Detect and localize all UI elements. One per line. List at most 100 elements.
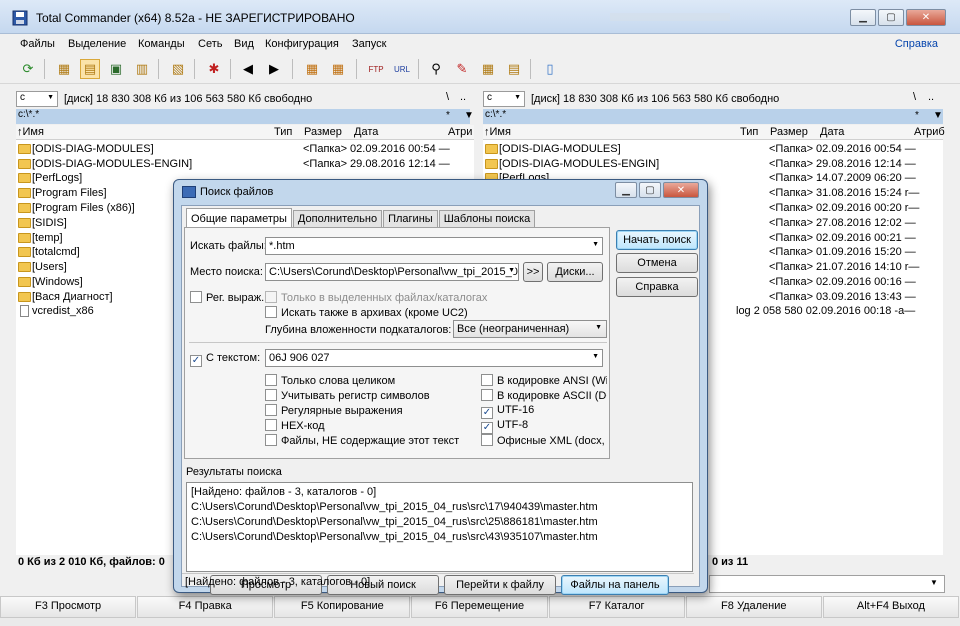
close-button[interactable]: ✕ (906, 9, 946, 26)
dialog-maximize-button[interactable]: ▢ (639, 182, 661, 198)
ansi-checkbox[interactable]: В кодировке ANSI (Wind (481, 374, 607, 388)
f7-mkdir-button[interactable]: F7 Каталог (548, 596, 685, 618)
list-item[interactable]: [ODIS-DIAG-MODULES] <Папка> 02.09.2016 00… (483, 142, 943, 157)
tree-icon[interactable]: ▥ (132, 59, 152, 79)
utf16-checkbox[interactable]: ✓ UTF-16 (481, 404, 534, 419)
menu-help[interactable]: Справка (895, 38, 938, 50)
start-search-button[interactable]: Начать поиск (616, 230, 698, 250)
url-icon[interactable]: URL (392, 59, 412, 79)
tab-advanced[interactable]: Дополнительно (292, 210, 383, 227)
copy-names-icon[interactable]: ▤ (504, 59, 524, 79)
with-text-input[interactable]: 06J 906 027 ▼ (265, 349, 603, 367)
list-item[interactable]: [ODIS-DIAG-MODULES] <Папка> 02.09.2016 00… (16, 142, 474, 157)
folder-icon (485, 144, 498, 154)
cancel-button[interactable]: Отмена (616, 253, 698, 273)
left-header-attr[interactable]: Атри (448, 126, 472, 138)
forward-icon[interactable]: ▶ (264, 59, 284, 79)
left-header-name[interactable]: ↑Имя (17, 126, 44, 138)
folder-icon (18, 159, 31, 169)
unpack-files-icon[interactable]: ▦ (328, 59, 348, 79)
refresh-icon[interactable]: ⟳ (18, 59, 38, 79)
utf8-checkbox[interactable]: ✓ UTF-8 (481, 419, 528, 434)
case-sensitive-checkbox[interactable]: Учитывать регистр символов (265, 389, 430, 403)
back-icon[interactable]: ◀ (238, 59, 258, 79)
menu-files[interactable]: Файлы (20, 38, 55, 50)
maximize-button[interactable]: ▢ (878, 9, 904, 26)
right-header-name[interactable]: ↑Имя (484, 126, 511, 138)
depth-select[interactable]: Все (неограниченная) ▼ (453, 320, 607, 338)
multi-rename-icon[interactable]: ✎ (452, 59, 472, 79)
invert-selection-icon[interactable]: ▧ (168, 59, 188, 79)
results-list[interactable]: [Найдено: файлов - 3, каталогов - 0] C:\… (186, 482, 693, 572)
right-header-type[interactable]: Тип (740, 126, 758, 138)
office-xml-checkbox[interactable]: Офисные XML (docx, xlsx (481, 434, 607, 448)
f5-copy-button[interactable]: F5 Копирование (274, 596, 411, 618)
menu-view[interactable]: Вид (234, 38, 254, 50)
right-up-button[interactable]: .. (928, 91, 934, 103)
right-header-size[interactable]: Размер (770, 126, 808, 138)
sync-dirs-icon[interactable]: ▦ (478, 59, 498, 79)
notepad-icon[interactable]: ▯ (540, 59, 560, 79)
right-header-attr[interactable]: Атриб (914, 126, 945, 138)
f3-view-button[interactable]: F3 Просмотр (0, 596, 137, 618)
left-path-bar[interactable]: c:\*.* * ▼ (16, 109, 474, 124)
right-path-bar[interactable]: c:\*.* * ▼ (483, 109, 943, 124)
help-button[interactable]: Справка (616, 277, 698, 297)
left-root-button[interactable]: \ (446, 91, 449, 103)
brief-view-icon[interactable]: ▦ (54, 59, 74, 79)
full-view-icon[interactable]: ▤ (80, 59, 100, 79)
search-binoculars-icon[interactable]: ⚲ (426, 59, 446, 79)
right-root-button[interactable]: \ (913, 91, 916, 103)
search-files-input[interactable]: *.htm ▼ (265, 237, 603, 255)
list-item[interactable]: [ODIS-DIAG-MODULES-ENGIN] <Папка> 29.08.2… (16, 157, 474, 172)
regex-checkbox[interactable]: Рег. выраж. (190, 291, 264, 305)
left-up-button[interactable]: .. (460, 91, 466, 103)
left-header-date[interactable]: Дата (354, 126, 378, 138)
left-header-size[interactable]: Размер (304, 126, 342, 138)
ascii-checkbox[interactable]: В кодировке ASCII (DOS (481, 389, 607, 403)
folder-icon (18, 262, 31, 272)
list-item[interactable]: C:\Users\Corund\Desktop\Personal\vw_tpi_… (191, 516, 598, 528)
regex-text-checkbox[interactable]: Регулярные выражения (265, 404, 403, 418)
folder-icon (485, 159, 498, 169)
tab-plugins[interactable]: Плагины (383, 210, 438, 227)
tab-templates[interactable]: Шаблоны поиска (438, 210, 536, 227)
only-selected-checkbox[interactable]: Только в выделенных файлах/каталогах (265, 291, 487, 305)
f6-move-button[interactable]: F6 Перемещение (411, 596, 548, 618)
left-drive-select[interactable]: c (16, 91, 58, 107)
pack-icon[interactable]: ✱ (204, 59, 224, 79)
list-item[interactable]: C:\Users\Corund\Desktop\Personal\vw_tpi_… (191, 501, 598, 513)
list-item[interactable]: [ODIS-DIAG-MODULES-ENGIN] <Папка> 29.08.2… (483, 157, 943, 172)
menu-commands[interactable]: Команды (138, 38, 185, 50)
function-key-bar: F3 Просмотр F4 Правка F5 Копирование F6 … (0, 596, 960, 618)
result-summary[interactable]: [Найдено: файлов - 3, каталогов - 0] (191, 486, 376, 498)
list-item[interactable]: C:\Users\Corund\Desktop\Personal\vw_tpi_… (191, 531, 598, 543)
tab-general[interactable]: Общие параметры (186, 208, 292, 227)
pack-files-icon[interactable]: ▦ (302, 59, 322, 79)
title-bar: Total Commander (x64) 8.52a - НЕ ЗАРЕГИС… (0, 0, 960, 34)
dialog-minimize-button[interactable]: ▁ (615, 182, 637, 198)
search-archives-checkbox[interactable]: Искать также в архивах (кроме UC2) (265, 306, 468, 320)
drives-button[interactable]: Диски... (547, 262, 603, 282)
right-header-date[interactable]: Дата (820, 126, 844, 138)
left-header-type[interactable]: Тип (274, 126, 292, 138)
minimize-button[interactable]: ▁ (850, 9, 876, 26)
f8-delete-button[interactable]: F8 Удаление (685, 596, 822, 618)
not-containing-checkbox[interactable]: Файлы, НЕ содержащие этот текст (265, 434, 459, 448)
menu-configuration[interactable]: Конфигурация (265, 38, 339, 50)
menu-network[interactable]: Сеть (198, 38, 222, 50)
dialog-close-button[interactable]: ✕ (663, 182, 699, 198)
thumbnails-icon[interactable]: ▣ (106, 59, 126, 79)
altf4-exit-button[interactable]: Alt+F4 Выход (822, 596, 959, 618)
f4-edit-button[interactable]: F4 Правка (137, 596, 274, 618)
menu-selection[interactable]: Выделение (68, 38, 126, 50)
right-drive-select[interactable]: c (483, 91, 525, 107)
search-in-input[interactable]: C:\Users\Corund\Desktop\Personal\vw_tpi_… (265, 263, 519, 281)
command-line-input[interactable] (709, 575, 945, 593)
menu-launch[interactable]: Запуск (352, 38, 386, 50)
hex-checkbox[interactable]: HEX-код (265, 419, 325, 433)
ftp-icon[interactable]: FTP (366, 59, 386, 79)
with-text-checkbox[interactable]: ✓ С текстом: (190, 352, 260, 367)
browse-button[interactable]: >> (523, 262, 543, 282)
whole-words-checkbox[interactable]: Только слова целиком (265, 374, 395, 388)
